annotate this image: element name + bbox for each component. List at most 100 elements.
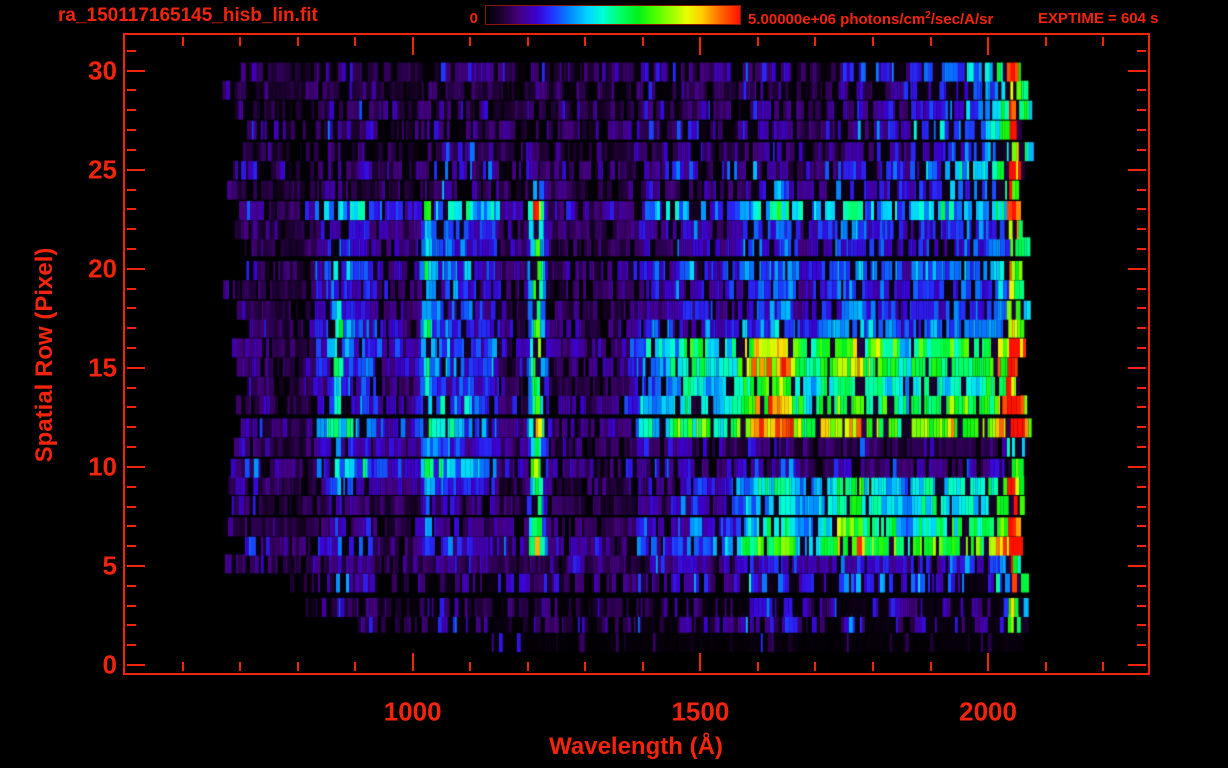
tick-mark (756, 37, 759, 46)
tick-mark (1137, 406, 1146, 409)
tick-mark (411, 653, 414, 671)
tick-mark (1137, 386, 1146, 389)
tick-mark (1137, 604, 1146, 607)
tick-mark (1137, 525, 1146, 528)
tick-mark (1044, 37, 1047, 46)
tick-mark (1128, 465, 1146, 468)
x-axis-title: Wavelength (Å) (549, 733, 723, 760)
tick-mark (127, 545, 136, 548)
tick-mark (1137, 287, 1146, 290)
tick-mark (1137, 247, 1146, 250)
tick-mark (526, 662, 529, 671)
tick-mark (1137, 109, 1146, 112)
tick-mark (127, 327, 136, 330)
tick-mark (296, 37, 299, 46)
tick-mark (127, 208, 136, 211)
x-tick-label: 2000 (959, 696, 1017, 727)
tick-mark (239, 662, 242, 671)
plot-frame (123, 33, 1150, 675)
tick-mark (127, 228, 136, 231)
tick-mark (127, 307, 136, 310)
tick-mark (1137, 129, 1146, 132)
tick-mark (1128, 664, 1146, 667)
tick-mark (641, 37, 644, 46)
tick-mark (1137, 485, 1146, 488)
filename-title: ra_150117165145_hisb_lin.fit (58, 5, 318, 26)
tick-mark (469, 37, 472, 46)
tick-mark (181, 37, 184, 46)
tick-mark (127, 347, 136, 350)
tick-mark (987, 653, 990, 671)
tick-mark (584, 37, 587, 46)
tick-mark (1137, 584, 1146, 587)
tick-mark (871, 37, 874, 46)
colorbar-max-label: 5.00000e+06 photons/cm2/sec/A/sr (748, 10, 993, 28)
tick-mark (127, 267, 145, 270)
tick-mark (127, 366, 145, 369)
tick-mark (127, 386, 136, 389)
x-tick-label: 1000 (383, 696, 442, 727)
tick-mark (814, 37, 817, 46)
tick-mark (411, 37, 414, 55)
tick-mark (699, 37, 702, 55)
y-tick-label: 0 (102, 649, 117, 680)
tick-mark (127, 89, 136, 92)
x-tick-label: 1500 (671, 696, 730, 727)
tick-mark (871, 662, 874, 671)
tick-mark (526, 37, 529, 46)
tick-mark (127, 465, 145, 468)
tick-mark (127, 129, 136, 132)
tick-mark (1102, 37, 1105, 46)
tick-mark (469, 662, 472, 671)
tick-mark (929, 37, 932, 46)
tick-mark (1137, 208, 1146, 211)
tick-mark (929, 662, 932, 671)
tick-mark (127, 446, 136, 449)
tick-mark (127, 426, 136, 429)
tick-mark (127, 69, 145, 72)
tick-mark (1137, 327, 1146, 330)
tick-mark (1137, 505, 1146, 508)
tick-mark (127, 525, 136, 528)
tick-mark (1128, 69, 1146, 72)
colorbar-units-suffix: /sec/A/sr (930, 11, 994, 28)
tick-mark (1102, 662, 1105, 671)
tick-mark (1128, 267, 1146, 270)
tick-mark (127, 188, 136, 191)
tick-mark (127, 664, 145, 667)
tick-mark (127, 287, 136, 290)
colorbar-max-value: 5.00000e+06 photons/cm (748, 11, 926, 28)
tick-mark (1137, 426, 1146, 429)
tick-mark (127, 624, 136, 627)
tick-mark (1128, 366, 1146, 369)
tick-mark (127, 565, 145, 567)
tick-mark (641, 662, 644, 671)
colorbar (485, 5, 741, 25)
exptime-label: EXPTIME = 604 s (1038, 10, 1159, 27)
tick-mark (1137, 89, 1146, 92)
tick-mark (1137, 148, 1146, 151)
colorbar-min-label: 0 (469, 10, 478, 27)
tick-mark (181, 662, 184, 671)
tick-mark (584, 662, 587, 671)
tick-mark (756, 662, 759, 671)
spectral-image-viewer: ra_150117165145_hisb_lin.fit 0 5.00000e+… (0, 0, 1228, 768)
tick-mark (1137, 624, 1146, 627)
tick-mark (127, 644, 136, 647)
tick-mark (1044, 662, 1047, 671)
tick-mark (699, 653, 702, 671)
tick-mark (127, 109, 136, 112)
tick-mark (127, 49, 136, 52)
tick-mark (1128, 168, 1146, 171)
tick-mark (127, 505, 136, 508)
y-axis-title: Spatial Row (Pixel) (31, 247, 58, 463)
tick-mark (814, 662, 817, 671)
tick-mark (127, 604, 136, 607)
tick-mark (1137, 446, 1146, 449)
tick-mark (1137, 347, 1146, 350)
tick-mark (127, 485, 136, 488)
tick-mark (987, 37, 990, 55)
tick-mark (127, 148, 136, 151)
tick-mark (354, 662, 357, 671)
tick-mark (127, 168, 145, 171)
